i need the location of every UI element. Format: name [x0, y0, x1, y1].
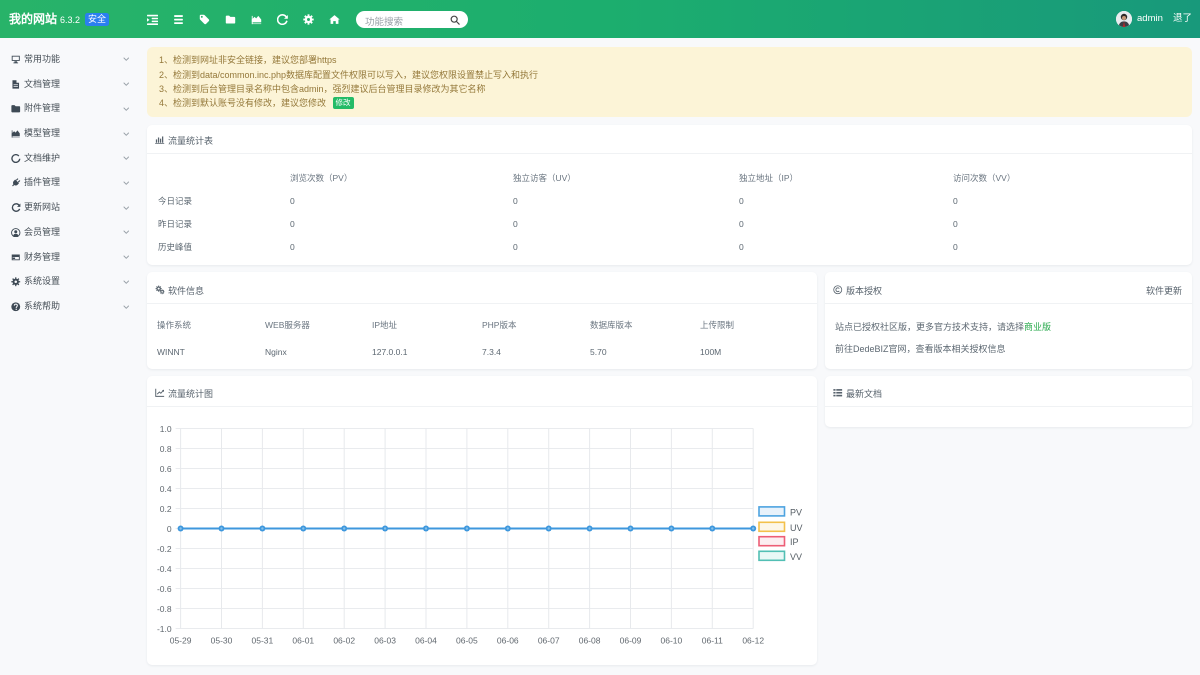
svg-text:06-08: 06-08: [579, 636, 601, 646]
svg-text:PV: PV: [790, 507, 802, 517]
svg-text:06-06: 06-06: [497, 636, 519, 646]
svg-text:0.8: 0.8: [160, 444, 172, 454]
svg-text:-0.4: -0.4: [157, 564, 172, 574]
svg-text:06-12: 06-12: [742, 636, 764, 646]
svg-text:-0.6: -0.6: [157, 584, 172, 594]
svg-text:05-30: 05-30: [211, 636, 233, 646]
svg-text:06-11: 06-11: [702, 636, 723, 646]
svg-text:0.4: 0.4: [160, 484, 172, 494]
svg-text:06-02: 06-02: [333, 636, 355, 646]
svg-text:-1.0: -1.0: [157, 624, 172, 634]
svg-text:0.2: 0.2: [160, 504, 172, 514]
svg-text:VV: VV: [790, 552, 802, 562]
svg-text:-0.8: -0.8: [157, 604, 172, 614]
svg-text:1.0: 1.0: [160, 424, 172, 434]
svg-text:IP: IP: [790, 537, 799, 547]
svg-text:06-01: 06-01: [292, 636, 314, 646]
svg-text:UV: UV: [790, 523, 803, 533]
svg-text:0.6: 0.6: [160, 464, 172, 474]
svg-text:06-03: 06-03: [374, 636, 396, 646]
svg-text:06-09: 06-09: [620, 636, 642, 646]
svg-text:06-05: 06-05: [456, 636, 478, 646]
svg-text:06-10: 06-10: [661, 636, 683, 646]
svg-text:05-29: 05-29: [170, 636, 192, 646]
svg-text:06-04: 06-04: [415, 636, 437, 646]
svg-text:0: 0: [167, 524, 172, 534]
svg-text:06-07: 06-07: [538, 636, 560, 646]
svg-text:05-31: 05-31: [252, 636, 274, 646]
svg-text:-0.2: -0.2: [157, 544, 172, 554]
